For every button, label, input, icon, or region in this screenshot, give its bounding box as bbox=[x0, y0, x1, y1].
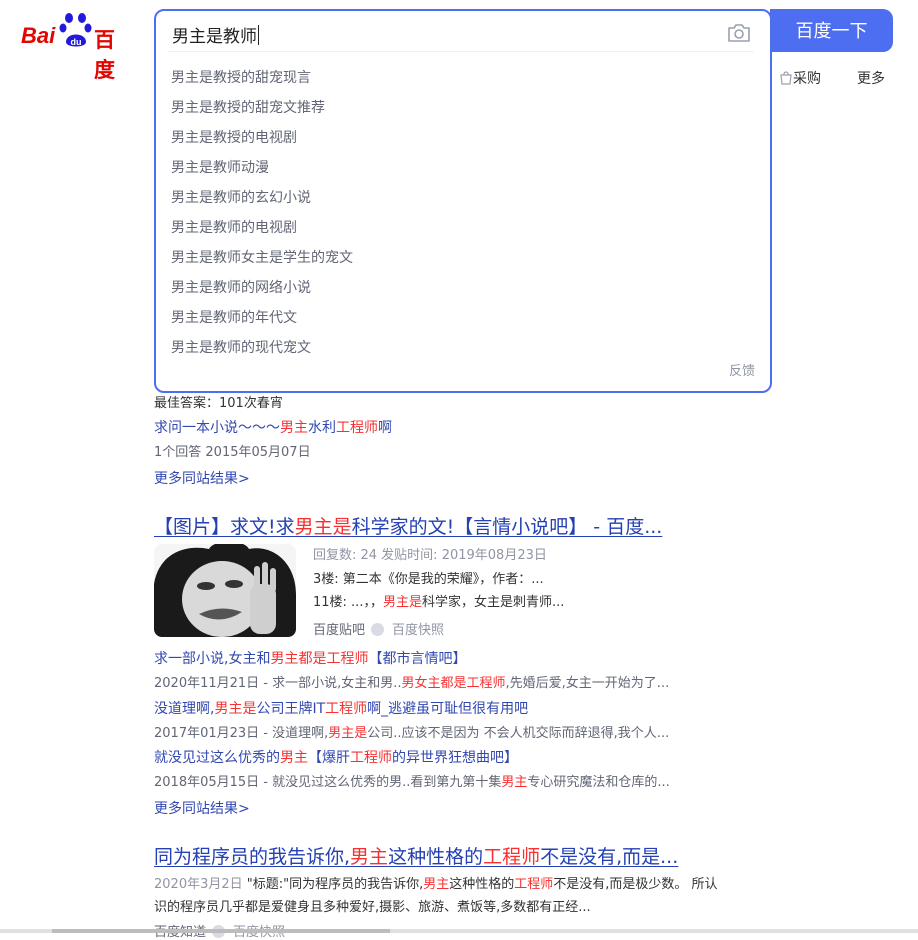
t3-l1-mid: 这种性格的 bbox=[449, 877, 515, 892]
s2-meta-suffix: 公司..应该不是因为 不会人机交际而辞退得,我个人... bbox=[367, 726, 670, 741]
s3-suffix: 的异世界狂想曲吧】 bbox=[392, 750, 518, 766]
paw-icon: du bbox=[59, 13, 92, 47]
subresult-meta-2: 2017年01月23日 - 没道理啊,男主是公司..应该不是因为 不会人机交际而… bbox=[154, 722, 669, 741]
dropdown-dot-icon[interactable] bbox=[371, 623, 385, 636]
t3-l1-highlight-1: 男主 bbox=[423, 877, 450, 892]
suggestion-item[interactable]: 男主是教授的电视剧 bbox=[171, 127, 353, 157]
q1-highlight-1: 男主 bbox=[280, 420, 308, 436]
q1-highlight-2: 工程师 bbox=[336, 420, 378, 436]
search-query-text: 男主是教师 bbox=[172, 27, 257, 47]
scrollbar-thumb[interactable] bbox=[52, 929, 390, 933]
text-caret bbox=[258, 25, 259, 45]
t3-date: 2020年3月2日 bbox=[154, 877, 243, 892]
t2-highlight: 男主是 bbox=[294, 516, 352, 538]
s2-suffix: 啊_逃避虽可耻但很有用吧 bbox=[367, 701, 529, 717]
s2-mid: 公司王牌IT bbox=[256, 701, 326, 717]
s3-highlight-2: 工程师 bbox=[350, 750, 392, 766]
t2-suffix: 科学家的文!【言情小说吧】 - 百度... bbox=[351, 516, 663, 538]
search-button[interactable]: 百度一下 bbox=[770, 9, 893, 52]
s3-meta-suffix: 专心研究魔法和仓库的... bbox=[527, 775, 670, 790]
s1-highlight: 男主都是工程师 bbox=[270, 651, 369, 667]
t2-prefix: 【图片】求文!求 bbox=[154, 516, 295, 538]
subresult-meta-1: 2020年11月21日 - 求一部小说,女主和男..男女主都是工程师,先婚后爱,… bbox=[154, 672, 669, 691]
more-site-results-link[interactable]: 更多同站结果> bbox=[154, 468, 250, 488]
s2-highlight-1: 男主是 bbox=[214, 701, 257, 717]
subresult-meta-3: 2018年05月15日 - 就没见过这么优秀的男..看到第九第十集男主专心研究魔… bbox=[154, 771, 670, 790]
t2-source-row: 百度贴吧 百度快照 bbox=[313, 619, 444, 638]
result-title-programmer[interactable]: 同为程序员的我告诉你,男主这种性格的工程师不是没有,而是... bbox=[154, 842, 678, 869]
best-answer: 最佳答案：101次春宵 bbox=[154, 396, 283, 411]
meme-face-image bbox=[154, 544, 296, 637]
logo-text-bai: Bai bbox=[21, 23, 56, 48]
logo-text-baidu: 百度 bbox=[94, 29, 115, 82]
shopping-bag-icon bbox=[780, 71, 792, 85]
s3-prefix: 就没见过这么优秀的 bbox=[154, 750, 280, 766]
suggestion-item[interactable]: 男主是教授的甜宠现言 bbox=[171, 67, 353, 97]
s3-mid: 【爆肝 bbox=[308, 750, 350, 766]
s3-highlight-1: 男主 bbox=[280, 750, 308, 766]
q1-meta: 1个回答 2015年05月07日 bbox=[154, 445, 311, 460]
t2-info-line: 回复数: 24 发贴时间: 2019年08月23日 bbox=[313, 548, 547, 563]
result-title-tieba[interactable]: 【图片】求文!求男主是科学家的文!【言情小说吧】 - 百度... bbox=[154, 512, 662, 539]
t3-abstract-line-2: 识的程序员几乎都是爱健身且多种爱好,摄影、旅游、煮饭等,多数都有正经... bbox=[154, 900, 591, 915]
tab-purchase[interactable]: 采购 bbox=[779, 68, 821, 88]
suggestion-item[interactable]: 男主是教师的年代文 bbox=[171, 307, 353, 337]
suggestion-item[interactable]: 男主是教授的甜宠文推荐 bbox=[171, 97, 353, 127]
t2-floor-11: 11楼: ...，，男主是科学家，女主是刺青师... bbox=[313, 591, 564, 610]
suggestion-item[interactable]: 男主是教师的网络小说 bbox=[171, 277, 353, 307]
s2-meta-highlight: 男主是 bbox=[328, 726, 368, 741]
result-link-q1[interactable]: 求问一本小说～～～男主水利工程师啊 bbox=[154, 417, 392, 437]
feedback-link[interactable]: 反馈 bbox=[729, 360, 755, 379]
t3-prefix: 同为程序员的我告诉你, bbox=[154, 846, 351, 868]
baidu-logo[interactable]: Bai du 百度 bbox=[21, 12, 135, 82]
result-thumbnail[interactable] bbox=[154, 544, 296, 637]
s2-prefix: 没道理啊, bbox=[154, 701, 215, 717]
source-tieba[interactable]: 百度贴吧 bbox=[313, 623, 365, 638]
suggestion-item[interactable]: 男主是教师的玄幻小说 bbox=[171, 187, 353, 217]
subresult-link-1[interactable]: 求一部小说,女主和男主都是工程师【都市言情吧】 bbox=[154, 648, 466, 668]
t3-suffix: 不是没有,而是... bbox=[540, 846, 679, 868]
q1-mid: 水利 bbox=[308, 420, 336, 436]
s2-meta-prefix: 2017年01月23日 - 没道理啊, bbox=[154, 726, 329, 741]
q1-prefix: 求问一本小说～～～ bbox=[154, 420, 280, 436]
s1-meta-suffix: ,先婚后爱,女主一开始为了... bbox=[505, 676, 670, 691]
suggestion-list: 男主是教授的甜宠现言 男主是教授的甜宠文推荐 男主是教授的电视剧 男主是教师动漫… bbox=[171, 67, 353, 367]
t2-l3-prefix: 11楼: ...，， bbox=[313, 595, 383, 610]
suggestion-item[interactable]: 男主是教师动漫 bbox=[171, 157, 353, 187]
more-site-results-link-2[interactable]: 更多同站结果> bbox=[154, 798, 250, 818]
t3-l1-highlight-2: 工程师 bbox=[514, 877, 554, 892]
s3-meta-highlight: 男主 bbox=[501, 775, 528, 790]
t2-l3-suffix: 科学家，女主是刺青师... bbox=[421, 595, 565, 610]
suggestion-item[interactable]: 男主是教师的电视剧 bbox=[171, 217, 353, 247]
suggestion-item[interactable]: 男主是教师女主是学生的宠文 bbox=[171, 247, 353, 277]
subresult-link-3[interactable]: 就没见过这么优秀的男主【爆肝工程师的异世界狂想曲吧】 bbox=[154, 747, 518, 767]
camera-icon[interactable] bbox=[727, 23, 751, 43]
t3-mid: 这种性格的 bbox=[388, 846, 484, 868]
tab-purchase-label: 采购 bbox=[793, 71, 821, 87]
s3-meta-prefix: 2018年05月15日 - 就没见过这么优秀的男..看到第九第十集 bbox=[154, 775, 502, 790]
tab-more[interactable]: 更多 bbox=[857, 68, 885, 88]
subresult-link-2[interactable]: 没道理啊,男主是公司王牌IT工程师啊_逃避虽可耻但很有用吧 bbox=[154, 698, 528, 718]
t3-l1-suffix: 不是没有,而是极少数。 所认 bbox=[553, 877, 718, 892]
suggestion-item[interactable]: 男主是教师的现代宠文 bbox=[171, 337, 353, 367]
snapshot-link[interactable]: 百度快照 bbox=[392, 623, 444, 638]
t3-abstract-line-1: 2020年3月2日 "标题:"同为程序员的我告诉你,男主这种性格的工程师不是没有… bbox=[154, 873, 764, 892]
s2-highlight-2: 工程师 bbox=[325, 701, 368, 717]
t3-highlight-2: 工程师 bbox=[483, 846, 541, 868]
s1-meta-highlight: 男女主都是工程师 bbox=[401, 676, 506, 691]
t2-l3-highlight: 男主是 bbox=[382, 595, 422, 610]
q1-suffix: 啊 bbox=[378, 420, 392, 436]
s1-suffix: 【都市言情吧】 bbox=[368, 651, 467, 667]
suggestion-divider bbox=[168, 51, 754, 52]
t2-floor-3: 3楼: 第二本《你是我的荣耀》，作者：... bbox=[313, 572, 544, 587]
t3-highlight-1: 男主 bbox=[350, 846, 389, 868]
search-input[interactable]: 男主是教师 bbox=[172, 22, 259, 47]
svg-text:du: du bbox=[71, 37, 82, 47]
t3-l1-prefix: "标题:"同为程序员的我告诉你, bbox=[242, 877, 424, 892]
s1-prefix: 求一部小说,女主和 bbox=[154, 651, 271, 667]
search-box: 男主是教师 男主是教授的甜宠现言 男主是教授的甜宠文推荐 男主是教授的电视剧 男… bbox=[154, 9, 772, 393]
s1-meta-prefix: 2020年11月21日 - 求一部小说,女主和男.. bbox=[154, 676, 402, 691]
